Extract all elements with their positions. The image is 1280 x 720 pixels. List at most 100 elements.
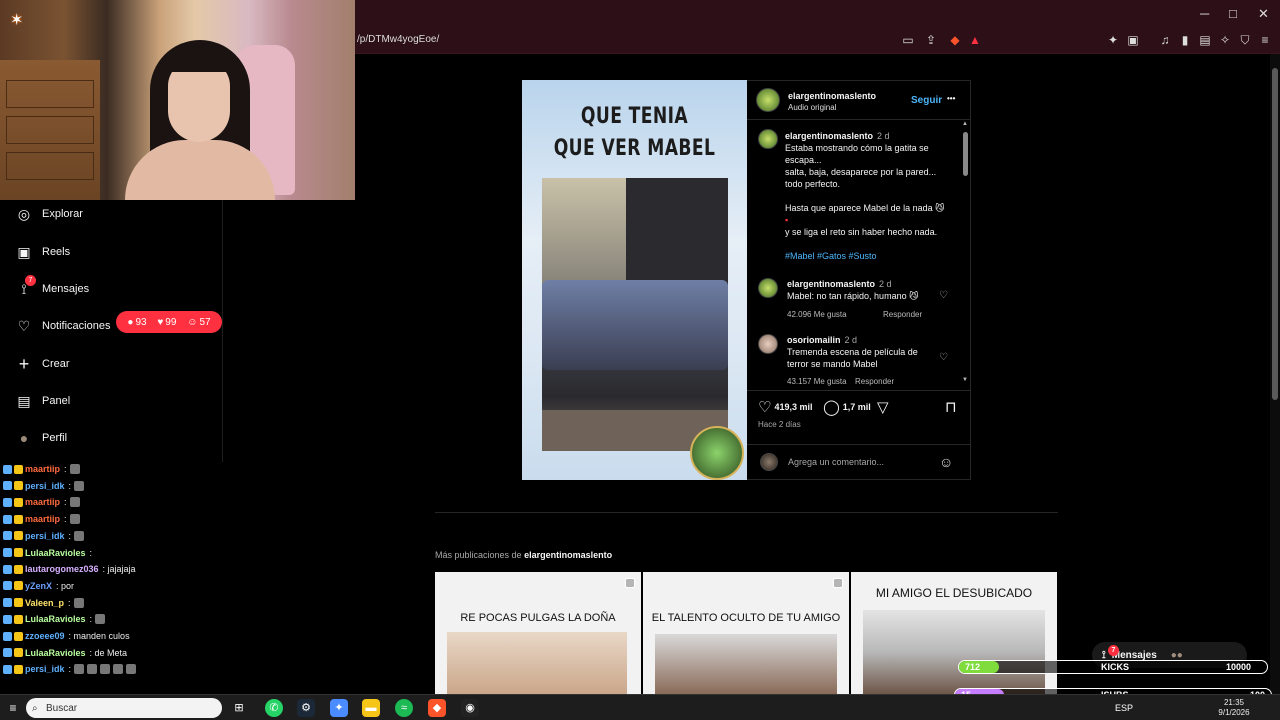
- copilot-icon[interactable]: ✦: [330, 699, 348, 717]
- more-options-icon[interactable]: •••: [947, 94, 955, 103]
- chat-emote-icon: [69, 464, 80, 474]
- chat-username[interactable]: LulaaRavioles: [25, 614, 86, 624]
- more-posts-author[interactable]: elargentinomaslento: [524, 550, 612, 560]
- comment-like-icon[interactable]: ♡: [939, 290, 948, 301]
- post-media[interactable]: QUE TENIA QUE VER MABEL: [522, 80, 747, 480]
- chat-username[interactable]: Valeen_p: [25, 598, 64, 608]
- wallet-icon[interactable]: ▤: [1197, 33, 1213, 47]
- more-post-thumb[interactable]: EL TALENTO OCULTO DE TU AMIGO: [643, 572, 849, 694]
- more-post-thumb[interactable]: RE POCAS PULGAS LA DOÑA: [435, 572, 641, 694]
- minimize-button[interactable]: ─: [1200, 6, 1209, 21]
- audio-link[interactable]: Audio original: [788, 103, 836, 112]
- save-button[interactable]: ⊓: [945, 398, 957, 416]
- file-explorer-icon[interactable]: ▬: [362, 699, 380, 717]
- comment-author[interactable]: osoriomailin 2 d: [787, 335, 857, 345]
- notifications-popup[interactable]: ● 93 ♥ 99 ☺ 57: [116, 311, 222, 333]
- menu-icon[interactable]: ≡: [1257, 33, 1273, 47]
- caption-hashtags[interactable]: #Mabel #Gatos #Susto: [785, 250, 955, 262]
- chat-username[interactable]: yZenX: [25, 581, 52, 591]
- extensions-icon[interactable]: ✦: [1105, 33, 1121, 47]
- sidebar-item-reels[interactable]: ▣ Reels: [16, 240, 70, 264]
- obs-icon[interactable]: ◉: [461, 699, 479, 717]
- rewards-icon[interactable]: ▲: [967, 33, 983, 47]
- leo-icon[interactable]: ✧: [1217, 33, 1233, 47]
- followers-count: ☺ 57: [187, 317, 210, 328]
- chat-username[interactable]: persi_idk: [25, 531, 65, 541]
- share-button[interactable]: ▽: [877, 398, 889, 416]
- chat-emote-icon: [95, 614, 106, 625]
- chat-line: persi_idk:: [3, 529, 85, 543]
- chat-username[interactable]: zzoeee09: [25, 631, 65, 641]
- sidebar-item-crear[interactable]: + Crear: [16, 352, 70, 376]
- music-icon[interactable]: ♫: [1157, 33, 1173, 47]
- chat-username[interactable]: LulaaRavioles: [25, 548, 86, 558]
- comment-avatar[interactable]: [758, 278, 778, 298]
- sidebar-item-explorar[interactable]: ◎ Explorar: [16, 202, 83, 226]
- cast-icon[interactable]: ▭: [900, 33, 916, 47]
- chat-username[interactable]: maartiip: [25, 497, 60, 507]
- address-bar[interactable]: /p/DTMw4yogEoe/ ▭ ⇪ ◆ ▲ ✦ ▣ ♫ ▮ ▤ ✧ ⛉ ≡: [355, 28, 1280, 54]
- close-button[interactable]: ✕: [1258, 6, 1269, 22]
- comment-box[interactable]: Agrega un comentario... ☺: [747, 444, 971, 480]
- comment-like-icon[interactable]: ♡: [939, 352, 948, 363]
- brave-shield-icon[interactable]: ◆: [947, 33, 963, 47]
- like-button[interactable]: ♡ 419,3 mil: [758, 398, 812, 416]
- scroll-up-icon[interactable]: ▲: [962, 121, 968, 127]
- emoji-icon[interactable]: ☺: [939, 454, 953, 470]
- comment-button[interactable]: ◯ 1,7 mil: [823, 398, 871, 416]
- steam-icon[interactable]: ⚙: [297, 699, 315, 717]
- vpn-icon[interactable]: ⛉: [1237, 33, 1253, 48]
- sidebar-item-notificaciones[interactable]: ♡ Notificaciones: [16, 314, 111, 338]
- maximize-button[interactable]: □: [1229, 6, 1237, 21]
- follow-button[interactable]: Seguir: [911, 95, 942, 106]
- comment-author[interactable]: elargentinomaslento 2 d: [787, 279, 892, 289]
- sidebar-item-mensajes[interactable]: ⟟ 7 Mensajes: [16, 275, 89, 301]
- caption-author[interactable]: elargentinomaslento 2 d: [785, 131, 890, 141]
- likes-count-value: 99: [165, 316, 177, 328]
- compass-icon: ◎: [17, 205, 31, 222]
- share-icon[interactable]: ⇪: [923, 33, 939, 47]
- comment-avatar[interactable]: [758, 334, 778, 354]
- likes-count: ♥ 99: [157, 317, 176, 328]
- comment-input[interactable]: Agrega un comentario...: [788, 457, 884, 467]
- scroll-down-icon[interactable]: ▼: [962, 377, 968, 383]
- spotify-icon[interactable]: ≈: [395, 699, 413, 717]
- task-view-icon[interactable]: ⊞: [230, 699, 248, 717]
- author-avatar[interactable]: [756, 88, 780, 112]
- taskbar-search[interactable]: ⌕ Buscar: [26, 698, 222, 718]
- comment-likes[interactable]: 43.157 Me gusta: [787, 377, 847, 386]
- screenshot-icon[interactable]: ▣: [1125, 33, 1141, 47]
- chat-username[interactable]: maartiip: [25, 464, 60, 474]
- media-avatar-sticker: [690, 426, 744, 480]
- comment-likes[interactable]: 42.096 Me gusta: [787, 310, 847, 319]
- whatsapp-icon[interactable]: ✆: [265, 699, 283, 717]
- thumb-title: MI AMIGO EL DESUBICADO: [875, 586, 1033, 600]
- author-name[interactable]: elargentinomaslento: [788, 91, 876, 101]
- start-icon[interactable]: ≡: [4, 699, 22, 717]
- sidebar-item-perfil[interactable]: ● Perfil: [16, 426, 67, 450]
- chat-line: lautarogomez036: jajajaja: [3, 562, 136, 576]
- tray-lang[interactable]: ESP: [1112, 699, 1136, 717]
- chat-username[interactable]: persi_idk: [25, 664, 65, 674]
- chat-badge-icon: [14, 581, 23, 591]
- comment-reply[interactable]: Responder: [883, 310, 922, 319]
- url-text[interactable]: /p/DTMw4yogEoe/: [357, 34, 439, 45]
- page-scrollbar-thumb[interactable]: [1272, 68, 1278, 400]
- sidebar-item-panel[interactable]: ▤ Panel: [16, 389, 70, 413]
- reel-icon: [833, 578, 843, 588]
- chat-username[interactable]: persi_idk: [25, 481, 65, 491]
- heart-outline-icon: ♡: [758, 399, 772, 416]
- brave-icon[interactable]: ◆: [428, 699, 446, 717]
- more-posts-title: Más publicaciones de elargentinomaslento: [435, 550, 612, 560]
- post-actions: ♡ 419,3 mil ◯ 1,7 mil ▽ ⊓ Hace 2 días: [747, 394, 971, 444]
- caption-avatar[interactable]: [758, 129, 778, 149]
- chat-username[interactable]: lautarogomez036: [25, 564, 99, 574]
- more-post-thumb[interactable]: MI AMIGO EL DESUBICADO: [851, 572, 1057, 694]
- taskbar-clock[interactable]: 21:35 9/1/2026: [1200, 698, 1268, 718]
- media-bed: [542, 280, 728, 370]
- comments-scrollbar-thumb[interactable]: [963, 132, 968, 176]
- sidebar-icon[interactable]: ▮: [1177, 33, 1193, 47]
- chat-username[interactable]: maartiip: [25, 514, 60, 524]
- chat-username[interactable]: LulaaRavioles: [25, 648, 86, 658]
- comment-reply[interactable]: Responder: [855, 377, 894, 386]
